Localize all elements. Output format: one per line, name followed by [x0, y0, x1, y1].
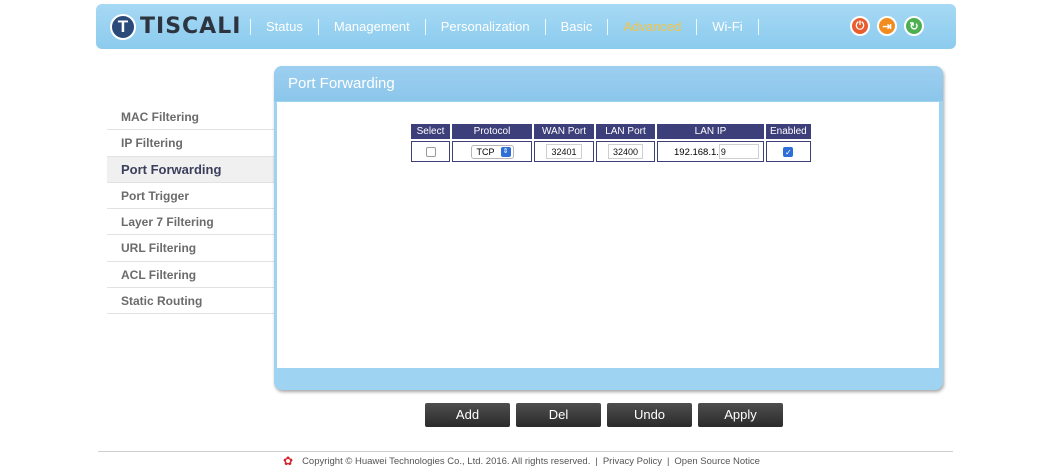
footer: ✿ Copyright © Huawei Technologies Co., L… [283, 454, 760, 468]
cell-lan-port: 32400 [596, 141, 655, 162]
sidebar-item-acl-filtering[interactable]: ACL Filtering [107, 262, 274, 289]
nav-separator [424, 18, 426, 35]
nav-separator [317, 18, 319, 35]
header-select: Select [411, 124, 450, 139]
cell-protocol: TCP ⇕ [452, 141, 532, 162]
copyright-text: Copyright © Huawei Technologies Co., Ltd… [302, 455, 591, 467]
top-navigation-bar: T TISCALI Status Management Personalizat… [96, 4, 956, 49]
table-header-row: Select Protocol WAN Port LAN Port LAN IP… [411, 124, 811, 139]
nav-wifi[interactable]: Wi-Fi [697, 19, 757, 34]
logo-text: TISCALI [140, 14, 242, 39]
footer-divider [98, 451, 953, 452]
sidebar-item-ip-filtering[interactable]: IP Filtering [107, 130, 274, 157]
open-source-notice-link[interactable]: Open Source Notice [674, 456, 760, 467]
lan-ip-last-octet-input[interactable]: 9 [718, 144, 759, 159]
lan-port-input[interactable]: 32400 [607, 144, 644, 159]
table-row: TCP ⇕ 32401 32400 192.168.1. 9 ✓ [411, 141, 811, 162]
panel-body: Select Protocol WAN Port LAN Port LAN IP… [277, 102, 939, 368]
nav-separator [607, 18, 609, 35]
sidebar-item-url-filtering[interactable]: URL Filtering [107, 235, 274, 262]
cell-lan-ip: 192.168.1. 9 [657, 141, 764, 162]
wan-port-input[interactable]: 32401 [546, 144, 582, 159]
sidebar: MAC Filtering IP Filtering Port Forwardi… [107, 104, 274, 315]
nav-separator [250, 18, 251, 35]
nav-management[interactable]: Management [319, 19, 425, 34]
add-button[interactable]: Add [425, 403, 510, 427]
nav-status[interactable]: Status [251, 19, 318, 34]
select-arrows-icon: ⇕ [500, 146, 511, 157]
protocol-value: TCP [476, 146, 495, 157]
nav-separator [757, 18, 759, 35]
panel-title: Port Forwarding [274, 66, 943, 101]
header-wan-port: WAN Port [534, 124, 594, 139]
logout-icon[interactable]: ⇥ [877, 16, 897, 36]
nav-advanced[interactable]: Advanced [608, 19, 696, 34]
nav-separator [696, 18, 698, 35]
sidebar-item-layer7-filtering[interactable]: Layer 7 Filtering [107, 209, 274, 236]
del-button[interactable]: Del [516, 403, 601, 427]
lan-ip-prefix: 192.168.1. [674, 147, 719, 158]
footer-separator: | [595, 455, 598, 467]
tiscali-logo: T TISCALI [110, 13, 250, 40]
logo-mark: T [110, 13, 136, 40]
nav-separator [544, 18, 546, 35]
privacy-policy-link[interactable]: Privacy Policy [603, 456, 662, 467]
header-lan-port: LAN Port [596, 124, 655, 139]
sidebar-item-static-routing[interactable]: Static Routing [107, 288, 274, 315]
nav-basic[interactable]: Basic [546, 19, 608, 34]
main-nav: Status Management Personalization Basic … [250, 4, 759, 49]
protocol-select[interactable]: TCP ⇕ [470, 144, 514, 159]
port-forwarding-panel: Port Forwarding Select Protocol WAN Port… [274, 66, 943, 390]
apply-button[interactable]: Apply [698, 403, 783, 427]
top-icons: ⏻ ⇥ ↻ [850, 16, 924, 36]
header-enabled: Enabled [766, 124, 811, 139]
cell-enabled: ✓ [766, 141, 811, 162]
huawei-logo-icon: ✿ [283, 454, 294, 468]
cell-select [411, 141, 450, 162]
sidebar-item-port-trigger[interactable]: Port Trigger [107, 183, 274, 210]
refresh-icon[interactable]: ↻ [904, 16, 924, 36]
port-forwarding-table: Select Protocol WAN Port LAN Port LAN IP… [409, 122, 813, 164]
select-checkbox[interactable] [425, 146, 436, 157]
sidebar-item-mac-filtering[interactable]: MAC Filtering [107, 104, 274, 131]
header-protocol: Protocol [452, 124, 532, 139]
power-icon[interactable]: ⏻ [850, 16, 870, 36]
header-lan-ip: LAN IP [657, 124, 764, 139]
enabled-checkbox[interactable]: ✓ [783, 146, 794, 157]
sidebar-item-port-forwarding[interactable]: Port Forwarding [107, 156, 274, 183]
action-buttons: Add Del Undo Apply [425, 403, 783, 427]
nav-personalization[interactable]: Personalization [426, 19, 545, 34]
undo-button[interactable]: Undo [607, 403, 692, 427]
footer-separator: | [666, 455, 670, 467]
cell-wan-port: 32401 [534, 141, 594, 162]
